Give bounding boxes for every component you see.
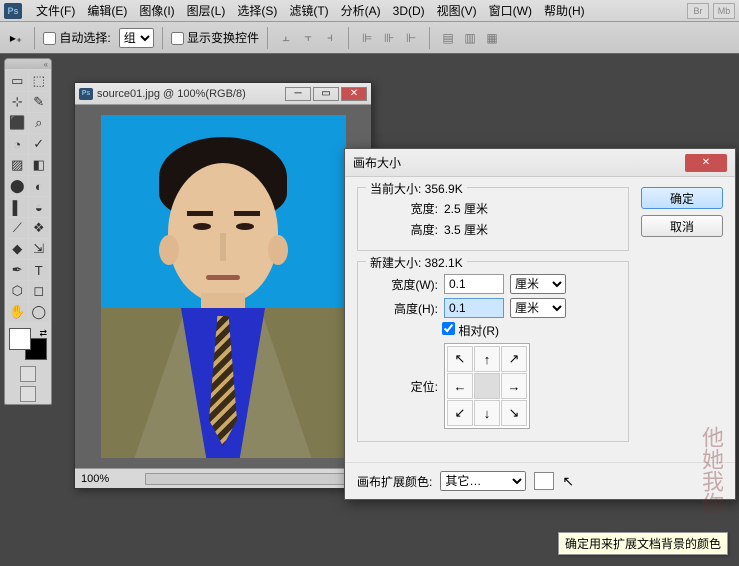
- tooltip: 确定用来扩展文档背景的颜色: [558, 532, 728, 555]
- menu-filter[interactable]: 滤镜(T): [283, 2, 334, 19]
- show-transform[interactable]: 显示变换控件: [171, 29, 259, 46]
- tool-13[interactable]: ◒: [29, 197, 50, 217]
- document-titlebar[interactable]: Ps source01.jpg @ 100%(RGB/8) ─ ▭ ✕: [75, 83, 371, 105]
- tool-7[interactable]: ✓: [29, 134, 50, 154]
- dialog-close[interactable]: ✕: [685, 154, 727, 172]
- scrollbar[interactable]: [145, 473, 348, 485]
- window-minimize[interactable]: ─: [285, 87, 311, 101]
- window-maximize[interactable]: ▭: [313, 87, 339, 101]
- tool-14[interactable]: ⟋: [7, 218, 28, 238]
- zoom-level[interactable]: 100%: [81, 473, 137, 485]
- menubar: Ps 文件(F) 编辑(E) 图像(I) 图层(L) 选择(S) 滤镜(T) 分…: [0, 0, 739, 22]
- tool-18[interactable]: ✒: [7, 260, 28, 280]
- anchor-widget[interactable]: ↖↑↗ ←→ ↙↓↘: [444, 343, 530, 429]
- current-size-legend: 当前大小: 356.9K: [366, 180, 467, 197]
- options-bar: ▸₊ 自动选择: 组 显示变换控件 ⫠⫟⫞ ⊫⊪⊩ ▤▥▦: [0, 22, 739, 54]
- menu-layer[interactable]: 图层(L): [181, 2, 232, 19]
- menu-edit[interactable]: 编辑(E): [81, 2, 133, 19]
- width-unit-select[interactable]: 厘米: [510, 274, 566, 294]
- document-canvas[interactable]: [75, 105, 371, 468]
- tool-12[interactable]: ▌: [7, 197, 28, 217]
- tool-8[interactable]: ▨: [7, 155, 28, 175]
- menu-image[interactable]: 图像(I): [133, 2, 180, 19]
- menu-help[interactable]: 帮助(H): [538, 2, 591, 19]
- height-unit-select[interactable]: 厘米: [510, 298, 566, 318]
- distrib-icons[interactable]: ⊫⊪⊩: [357, 28, 421, 48]
- window-close[interactable]: ✕: [341, 87, 367, 101]
- ok-button[interactable]: 确定: [641, 187, 723, 209]
- tool-11[interactable]: ◐: [29, 176, 50, 196]
- relative-checkbox[interactable]: 相对(R): [442, 322, 499, 339]
- tool-22[interactable]: ✋: [7, 302, 28, 322]
- tool-17[interactable]: ⇲: [29, 239, 50, 259]
- ps-logo-icon: Ps: [4, 3, 22, 19]
- watermark: 他她我你: [695, 426, 727, 514]
- tool-20[interactable]: ⬡: [7, 281, 28, 301]
- toolbox: « ▭⬚⊹✎⬛⌕◔✓▨◧⬤◐▌◒⟋❖◆⇲✒T⬡◻✋◯ ⇄: [4, 58, 52, 405]
- new-size-group: 新建大小: 382.1K 宽度(W): 厘米 高度(H): 厘米 相对(R): [357, 261, 629, 442]
- document-title: source01.jpg @ 100%(RGB/8): [97, 88, 283, 100]
- menu-3d[interactable]: 3D(D): [387, 4, 431, 18]
- tool-10[interactable]: ⬤: [7, 176, 28, 196]
- ext-color-select[interactable]: 其它…: [440, 471, 526, 491]
- mb-button[interactable]: Mb: [713, 3, 735, 19]
- align-icons-2[interactable]: ▤▥▦: [438, 28, 502, 48]
- document-window: Ps source01.jpg @ 100%(RGB/8) ─ ▭ ✕ 100%…: [74, 82, 372, 489]
- color-swatch[interactable]: ⇄: [9, 328, 47, 360]
- dialog-titlebar[interactable]: 画布大小 ✕: [345, 149, 735, 177]
- swap-colors-icon[interactable]: ⇄: [39, 328, 47, 339]
- screen-mode[interactable]: [5, 384, 51, 404]
- tool-19[interactable]: T: [29, 260, 50, 280]
- move-tool-icon[interactable]: ▸₊: [6, 28, 26, 48]
- ext-color-label: 画布扩展颜色:: [357, 473, 432, 490]
- tool-0[interactable]: ▭: [7, 71, 28, 91]
- menu-file[interactable]: 文件(F): [30, 2, 81, 19]
- new-height-label: 高度(H):: [368, 300, 438, 317]
- tool-2[interactable]: ⊹: [7, 92, 28, 112]
- canvas-size-dialog: 画布大小 ✕ 当前大小: 356.9K 宽度:2.5 厘米 高度:3.5 厘米 …: [344, 148, 736, 500]
- cur-width-value: 2.5 厘米: [444, 200, 498, 217]
- auto-select-type[interactable]: 组: [119, 28, 154, 48]
- auto-select[interactable]: 自动选择:: [43, 29, 111, 46]
- menu-view[interactable]: 视图(V): [431, 2, 483, 19]
- anchor-label: 定位:: [368, 378, 438, 395]
- cursor-icon: ↖: [562, 473, 574, 490]
- panel-grip[interactable]: «: [5, 59, 51, 69]
- photo-content: [101, 115, 346, 458]
- ps-doc-icon: Ps: [79, 88, 93, 100]
- tool-16[interactable]: ◆: [7, 239, 28, 259]
- tool-1[interactable]: ⬚: [29, 71, 50, 91]
- cur-height-label: 高度:: [368, 221, 438, 238]
- tool-5[interactable]: ⌕: [29, 113, 50, 133]
- cur-height-value: 3.5 厘米: [444, 221, 498, 238]
- current-size-group: 当前大小: 356.9K 宽度:2.5 厘米 高度:3.5 厘米: [357, 187, 629, 251]
- new-width-label: 宽度(W):: [368, 276, 438, 293]
- document-statusbar: 100% ◢: [75, 468, 371, 488]
- tool-23[interactable]: ◯: [29, 302, 50, 322]
- tool-15[interactable]: ❖: [29, 218, 50, 238]
- new-width-input[interactable]: [444, 274, 504, 294]
- new-height-input[interactable]: [444, 298, 504, 318]
- menu-select[interactable]: 选择(S): [231, 2, 283, 19]
- tool-21[interactable]: ◻: [29, 281, 50, 301]
- new-size-legend: 新建大小: 382.1K: [366, 254, 467, 271]
- quickmask-mode[interactable]: [5, 364, 51, 384]
- cur-width-label: 宽度:: [368, 200, 438, 217]
- bridge-button[interactable]: Br: [687, 3, 709, 19]
- menu-analysis[interactable]: 分析(A): [335, 2, 387, 19]
- tool-9[interactable]: ◧: [29, 155, 50, 175]
- dialog-title: 画布大小: [353, 154, 685, 171]
- menu-window[interactable]: 窗口(W): [483, 2, 538, 19]
- foreground-color[interactable]: [9, 328, 31, 350]
- align-icons[interactable]: ⫠⫟⫞: [276, 28, 340, 48]
- cancel-button[interactable]: 取消: [641, 215, 723, 237]
- ext-color-swatch[interactable]: [534, 472, 554, 490]
- tool-3[interactable]: ✎: [29, 92, 50, 112]
- tool-6[interactable]: ◔: [7, 134, 28, 154]
- tool-4[interactable]: ⬛: [7, 113, 28, 133]
